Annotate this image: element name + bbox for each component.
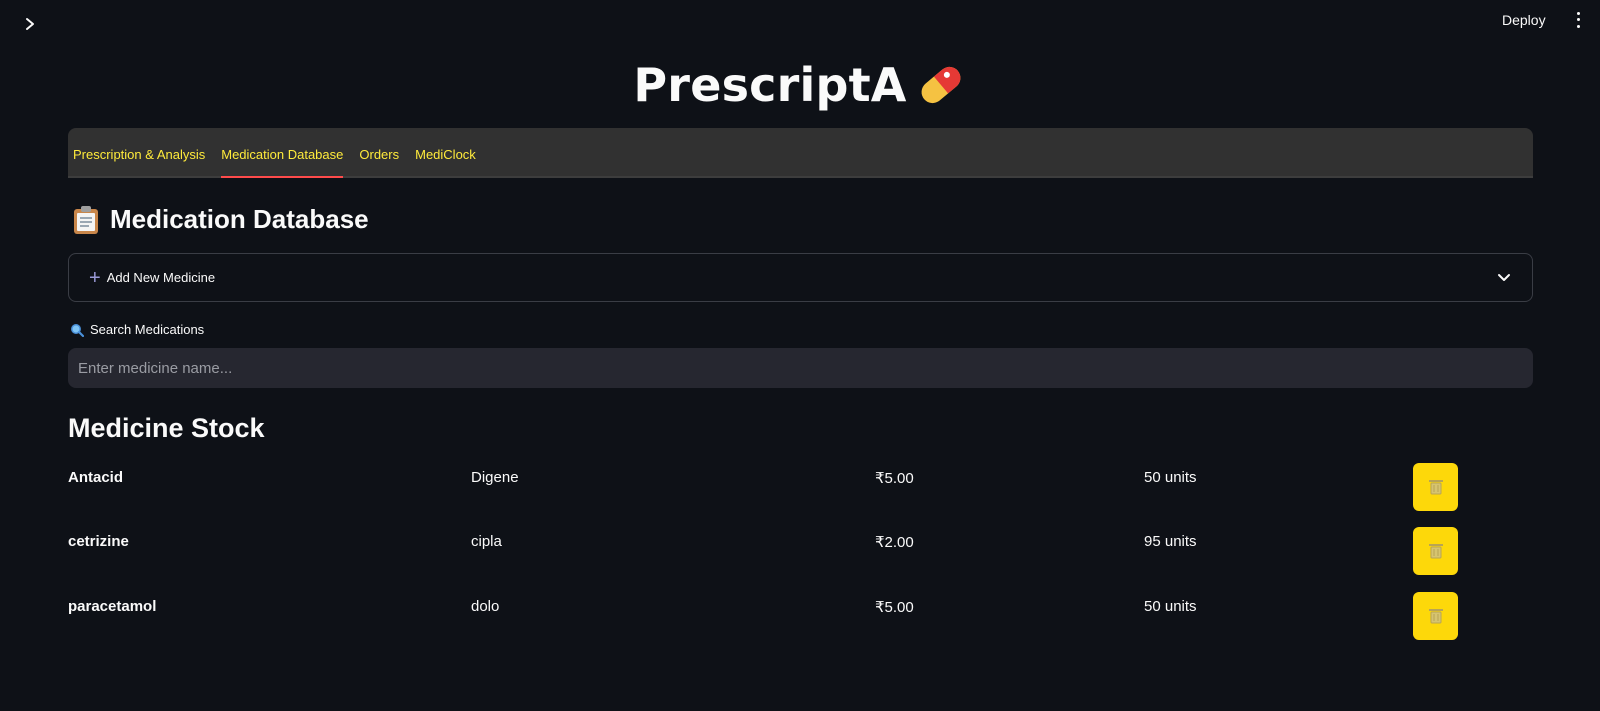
main-menu-icon[interactable] [1572,10,1584,30]
trash-icon [1428,609,1443,624]
medicine-price: ₹5.00 [875,470,914,487]
section-title: Medication Database [110,204,369,234]
medicine-name: Antacid [68,469,124,486]
medicine-quantity: 95 units [1144,533,1197,550]
medicine-price: ₹5.00 [875,599,914,616]
pill-icon [921,66,961,104]
table-row: Antacid Digene ₹5.00 50 units [68,463,1488,513]
medicine-brand: dolo [471,598,500,615]
tab-medication-database[interactable]: Medication Database [221,147,344,178]
tab-mediclock[interactable]: MediClock [415,147,476,176]
search-label: Search Medications [70,322,204,337]
medicine-quantity: 50 units [1144,469,1197,486]
trash-icon [1428,544,1443,559]
medicine-name: cetrizine [68,533,129,550]
medicine-brand: Digene [471,469,519,486]
app-title: PrescriptA [633,58,907,112]
tab-orders[interactable]: Orders [359,147,399,176]
section-header: Medication Database [72,204,369,235]
medicine-price: ₹2.00 [875,534,914,551]
sidebar-expand-button[interactable] [18,12,42,36]
delete-button[interactable] [1413,592,1458,640]
expander-label: Add New Medicine [106,270,216,285]
search-label-text: Search Medications [90,322,205,337]
delete-button[interactable] [1413,463,1458,511]
tab-bar: Prescription & Analysis Medication Datab… [68,128,1533,178]
table-row: paracetamol dolo ₹5.00 50 units [68,592,1488,642]
chevron-right-icon [26,18,34,30]
delete-button[interactable] [1413,527,1458,575]
table-row: cetrizine cipla ₹2.00 95 units [68,527,1488,577]
medicine-brand: cipla [471,533,502,550]
search-input[interactable] [68,348,1533,388]
medicine-name: paracetamol [68,598,157,615]
app-header: PrescriptA [0,58,1600,112]
deploy-button[interactable]: Deploy [1498,10,1550,30]
trash-icon [1428,480,1443,495]
clipboard-icon [74,205,98,234]
chevron-down-icon [1498,274,1510,281]
add-medicine-expander[interactable]: + Add New Medicine [68,253,1533,302]
medicine-quantity: 50 units [1144,598,1197,615]
stock-title: Medicine Stock [68,413,265,443]
plus-icon: + [89,266,101,289]
magnifier-icon [71,323,84,337]
tab-prescription-analysis[interactable]: Prescription & Analysis [73,147,205,176]
